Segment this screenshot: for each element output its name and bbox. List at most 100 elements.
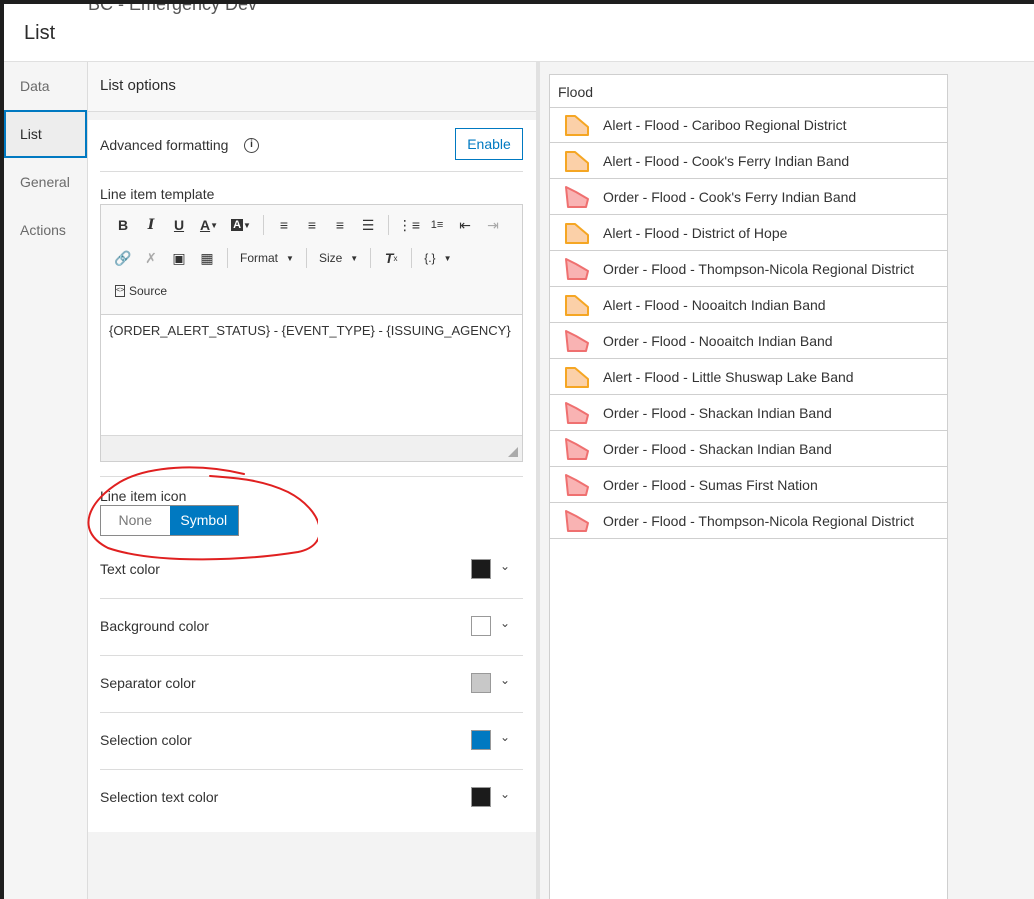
chevron-down-icon[interactable]: ⌄ bbox=[500, 730, 510, 744]
italic-icon[interactable]: I bbox=[137, 213, 165, 237]
bulleted-list-icon[interactable]: ⋮≡ bbox=[395, 213, 423, 237]
format-dropdown[interactable]: Format ▼ bbox=[234, 251, 300, 265]
expression-label: {.} bbox=[424, 251, 436, 265]
list-item-label: Alert - Flood - Little Shuswap Lake Band bbox=[603, 368, 854, 385]
selection-color-label: Selection color bbox=[100, 732, 192, 748]
enable-button[interactable]: Enable bbox=[455, 128, 523, 160]
font-color-icon[interactable]: A ▼ bbox=[193, 213, 225, 237]
source-icon: <> bbox=[115, 285, 125, 297]
alert-polygon-icon bbox=[565, 366, 589, 388]
title-bar: BC - Emergency Dev List bbox=[4, 4, 1034, 62]
separator-color-row: Separator color ⌄ bbox=[100, 669, 523, 726]
background-app-title: BC - Emergency Dev bbox=[88, 4, 258, 14]
list-item-label: Order - Flood - Thompson-Nicola Regional… bbox=[603, 260, 914, 277]
selection-color-row: Selection color ⌄ bbox=[100, 726, 523, 783]
chevron-down-icon[interactable]: ⌄ bbox=[500, 559, 510, 573]
line-item-template-label: Line item template bbox=[100, 186, 215, 202]
divider bbox=[100, 712, 523, 713]
template-editor: B I U A ▼ A ▼ ≡ ≡ ≡ ☰ ⋮≡ 1≡ ⇤ ⇥ 🔗 ✗ ▣ ▦ … bbox=[100, 204, 523, 462]
table-icon[interactable]: ▦ bbox=[193, 246, 221, 270]
info-icon[interactable]: i bbox=[244, 138, 259, 153]
background-color-row: Background color ⌄ bbox=[100, 612, 523, 669]
clear-formatting-icon[interactable]: Tx bbox=[377, 246, 405, 270]
selection-text-color-label: Selection text color bbox=[100, 789, 219, 805]
list-item-label: Order - Flood - Cook's Ferry Indian Band bbox=[603, 188, 857, 205]
numbered-list-icon[interactable]: 1≡ bbox=[423, 213, 451, 237]
chevron-down-icon[interactable]: ⌄ bbox=[500, 787, 510, 801]
icon-option-none[interactable]: None bbox=[101, 506, 170, 535]
background-color-label: Background color bbox=[100, 618, 209, 634]
list-items: Alert - Flood - Cariboo Regional Distric… bbox=[550, 107, 947, 539]
list-item-label: Alert - Flood - Cook's Ferry Indian Band bbox=[603, 152, 850, 169]
list-item[interactable]: Order - Flood - Thompson-Nicola Regional… bbox=[550, 251, 947, 287]
text-color-swatch[interactable] bbox=[471, 559, 491, 579]
chevron-down-icon: ▼ bbox=[350, 253, 359, 263]
resize-handle-icon[interactable] bbox=[508, 447, 518, 457]
text-color-label: Text color bbox=[100, 561, 160, 577]
size-label: Size bbox=[318, 251, 343, 265]
size-dropdown[interactable]: Size ▼ bbox=[313, 251, 364, 265]
source-label: Source bbox=[129, 284, 168, 298]
list-item[interactable]: Order - Flood - Shackan Indian Band bbox=[550, 395, 947, 431]
toolbar-separator bbox=[305, 248, 307, 268]
source-button[interactable]: <> Source bbox=[109, 284, 173, 298]
toolbar-row-3: <> Source bbox=[109, 277, 173, 305]
list-item[interactable]: Alert - Flood - Little Shuswap Lake Band bbox=[550, 359, 947, 395]
separator-color-swatch[interactable] bbox=[471, 673, 491, 693]
list-item[interactable]: Alert - Flood - Cook's Ferry Indian Band bbox=[550, 143, 947, 179]
selection-color-swatch[interactable] bbox=[471, 730, 491, 750]
nav-item-actions[interactable]: Actions bbox=[4, 206, 87, 254]
chevron-down-icon: ▼ bbox=[443, 253, 452, 263]
list-item-label: Order - Flood - Nooaitch Indian Band bbox=[603, 332, 833, 349]
editor-toolbar: B I U A ▼ A ▼ ≡ ≡ ≡ ☰ ⋮≡ 1≡ ⇤ ⇥ 🔗 ✗ ▣ ▦ … bbox=[101, 205, 522, 315]
divider bbox=[100, 598, 523, 599]
template-text-area[interactable]: {ORDER_ALERT_STATUS} - {EVENT_TYPE} - {I… bbox=[101, 315, 522, 435]
nav-item-data[interactable]: Data bbox=[4, 62, 87, 110]
align-center-icon[interactable]: ≡ bbox=[298, 213, 326, 237]
nav-item-general[interactable]: General bbox=[4, 158, 87, 206]
align-right-icon[interactable]: ≡ bbox=[326, 213, 354, 237]
chevron-down-icon[interactable]: ⌄ bbox=[500, 616, 510, 630]
order-polygon-icon bbox=[565, 509, 589, 532]
list-title: Flood bbox=[558, 84, 594, 100]
underline-icon[interactable]: U bbox=[165, 213, 193, 237]
selection-text-color-swatch[interactable] bbox=[471, 787, 491, 807]
decrease-indent-icon[interactable]: ⇤ bbox=[451, 213, 479, 237]
list-item[interactable]: Alert - Flood - Cariboo Regional Distric… bbox=[550, 107, 947, 143]
bold-icon[interactable]: B bbox=[109, 213, 137, 237]
list-item[interactable]: Order - Flood - Shackan Indian Band bbox=[550, 431, 947, 467]
list-configuration-window: BC - Emergency Dev List Data List Genera… bbox=[4, 4, 1034, 899]
toolbar-row-2: 🔗 ✗ ▣ ▦ Format ▼ Size ▼ Tx {.} ▼ bbox=[109, 244, 457, 272]
list-item-label: Alert - Flood - Cariboo Regional Distric… bbox=[603, 117, 847, 133]
expression-dropdown[interactable]: {.} ▼ bbox=[418, 251, 457, 265]
list-item[interactable]: Order - Flood - Thompson-Nicola Regional… bbox=[550, 503, 947, 539]
increase-indent-icon[interactable]: ⇥ bbox=[479, 213, 507, 237]
editor-status-bar bbox=[101, 435, 522, 461]
list-item[interactable]: Alert - Flood - District of Hope bbox=[550, 215, 947, 251]
icon-option-symbol[interactable]: Symbol bbox=[169, 506, 238, 535]
list-item[interactable]: Order - Flood - Cook's Ferry Indian Band bbox=[550, 179, 947, 215]
background-color-swatch[interactable] bbox=[471, 616, 491, 636]
background-color-icon[interactable]: A ▼ bbox=[225, 213, 257, 237]
list-item[interactable]: Alert - Flood - Nooaitch Indian Band bbox=[550, 287, 947, 323]
image-icon[interactable]: ▣ bbox=[165, 246, 193, 270]
nav-item-list[interactable]: List bbox=[4, 110, 87, 158]
list-item[interactable]: Order - Flood - Nooaitch Indian Band bbox=[550, 323, 947, 359]
order-polygon-icon bbox=[565, 473, 589, 496]
list-item-label: Alert - Flood - Nooaitch Indian Band bbox=[603, 296, 826, 313]
panel-title: List options bbox=[88, 62, 536, 112]
order-polygon-icon bbox=[565, 257, 589, 280]
window-title: List bbox=[24, 22, 56, 44]
link-icon[interactable]: 🔗 bbox=[109, 246, 137, 270]
justify-icon[interactable]: ☰ bbox=[354, 213, 382, 237]
list-item[interactable]: Order - Flood - Sumas First Nation bbox=[550, 467, 947, 503]
advanced-formatting-label: Advanced formatting bbox=[100, 137, 229, 153]
unlink-icon[interactable]: ✗ bbox=[137, 246, 165, 270]
align-left-icon[interactable]: ≡ bbox=[270, 213, 298, 237]
chevron-down-icon[interactable]: ⌄ bbox=[500, 673, 510, 687]
list-item-label: Alert - Flood - District of Hope bbox=[603, 224, 788, 241]
panel-body: Advanced formatting i Enable Line item t… bbox=[87, 120, 536, 832]
toolbar-separator bbox=[388, 215, 389, 235]
selection-text-color-row: Selection text color ⌄ bbox=[100, 783, 523, 840]
toolbar-separator bbox=[227, 248, 228, 268]
